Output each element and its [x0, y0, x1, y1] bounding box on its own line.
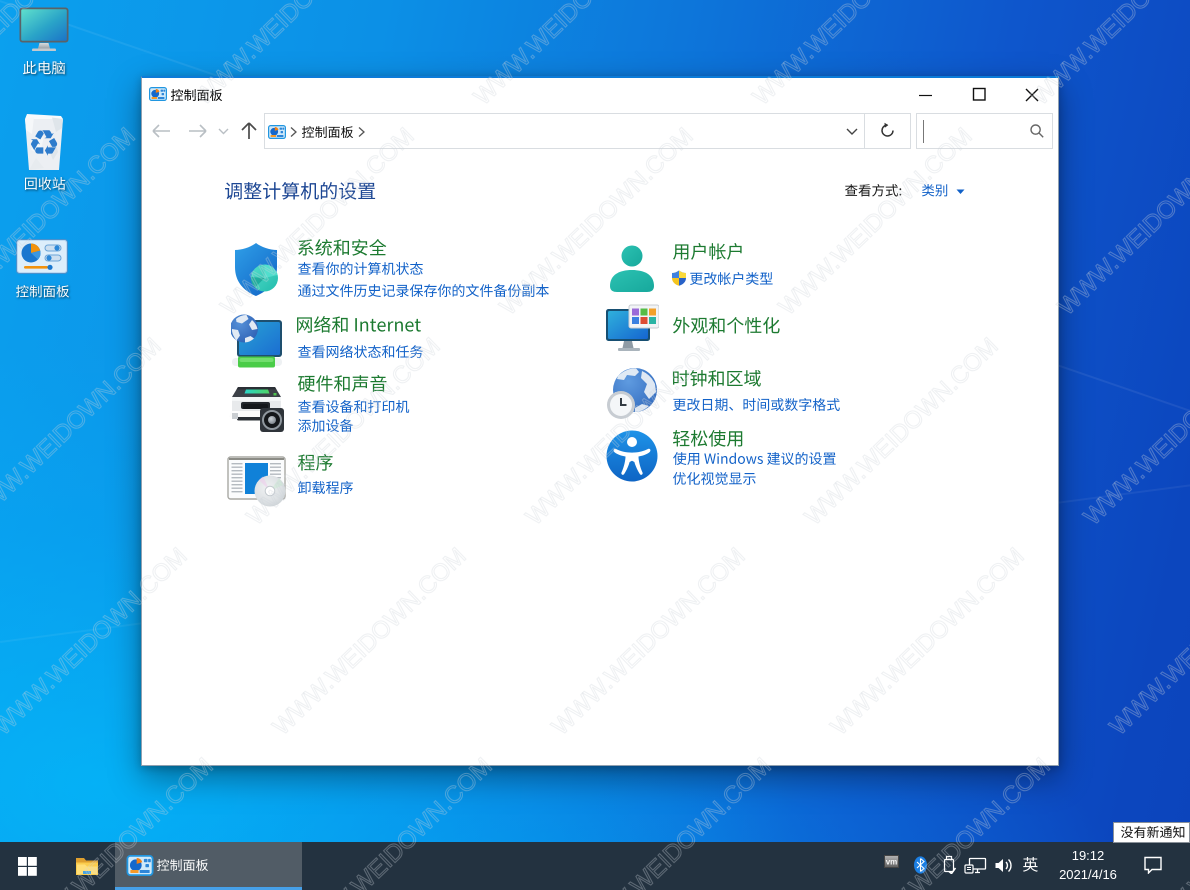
svg-text:vm: vm	[886, 858, 898, 867]
